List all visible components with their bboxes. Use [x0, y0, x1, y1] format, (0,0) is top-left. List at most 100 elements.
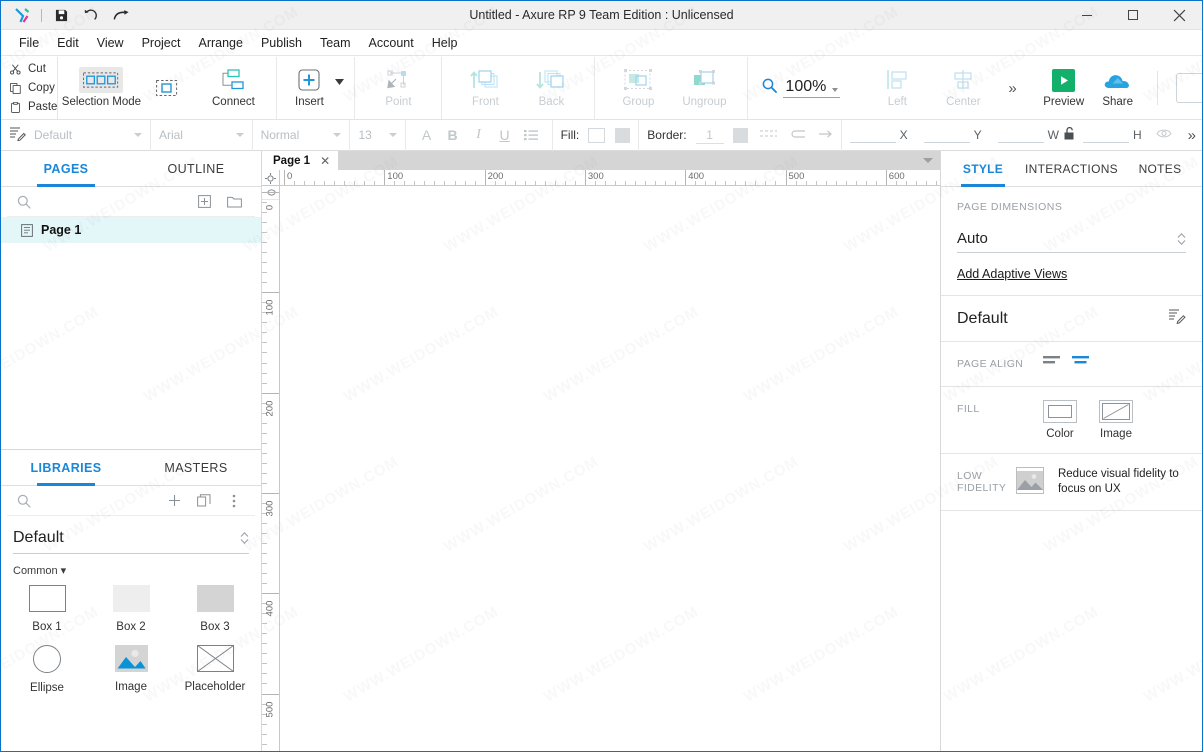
connect-button[interactable]: Connect	[200, 60, 266, 116]
add-page-icon[interactable]	[193, 195, 215, 208]
insert-button[interactable]: Insert	[287, 60, 331, 116]
paste-button[interactable]: Paste	[9, 98, 57, 117]
x-field[interactable]	[849, 127, 896, 143]
save-icon[interactable]	[46, 2, 76, 28]
library-widget-box-3[interactable]: Box 3	[173, 585, 257, 633]
menu-file[interactable]: File	[10, 33, 48, 53]
fill-image-option[interactable]: Image	[1099, 400, 1133, 440]
menu-arrange[interactable]: Arrange	[189, 33, 251, 53]
menu-view[interactable]: View	[88, 33, 133, 53]
maximize-button[interactable]	[1110, 1, 1156, 30]
library-select[interactable]: Default	[13, 522, 249, 554]
search-icon[interactable]	[17, 195, 31, 209]
page-tab-page-1[interactable]: Page 1 ✕	[262, 151, 339, 170]
visibility-eye-icon[interactable]	[1155, 128, 1172, 142]
font-family-select[interactable]: Arial	[159, 125, 244, 146]
border-style-icon[interactable]	[759, 128, 777, 143]
close-icon[interactable]: ✕	[320, 154, 330, 168]
page-dimensions-select[interactable]: Auto	[957, 225, 1186, 253]
align-left-button[interactable]: Left	[864, 60, 930, 116]
menu-edit[interactable]: Edit	[48, 33, 88, 53]
font-weight-select[interactable]: Normal	[261, 125, 342, 146]
align-page-center-icon[interactable]	[1072, 355, 1091, 373]
horizontal-ruler-track[interactable]: 0 100 200 300 400 500 600	[280, 170, 940, 185]
fill-color-swatch[interactable]	[588, 127, 606, 143]
style-select[interactable]: Default	[34, 125, 142, 146]
add-folder-icon[interactable]	[223, 195, 245, 208]
search-icon[interactable]	[17, 494, 31, 508]
tab-notes[interactable]: NOTES	[1118, 151, 1202, 186]
page-list-item-page-1[interactable]: Page 1	[1, 217, 261, 243]
italic-icon[interactable]: I	[466, 123, 492, 147]
menu-help[interactable]: Help	[423, 33, 467, 53]
border-color-swatch[interactable]	[732, 127, 748, 143]
library-group-header[interactable]: Common ▾	[1, 554, 261, 581]
connect-mode-button[interactable]	[134, 60, 200, 116]
bold-icon[interactable]: B	[440, 123, 466, 147]
tab-libraries[interactable]: LIBRARIES	[1, 450, 131, 485]
tab-outline[interactable]: OUTLINE	[131, 151, 261, 186]
fill-color-option[interactable]: Color	[1043, 400, 1077, 440]
align-page-left-icon[interactable]	[1043, 355, 1062, 373]
point-button[interactable]: Point	[365, 60, 431, 116]
tab-interactions[interactable]: INTERACTIONS	[1025, 151, 1118, 186]
fill-gradient-swatch[interactable]	[615, 127, 631, 143]
copy-button[interactable]: Copy	[9, 79, 57, 98]
tab-pages[interactable]: PAGES	[1, 151, 131, 186]
bring-front-button[interactable]: Front	[452, 60, 518, 116]
redo-icon[interactable]	[106, 2, 136, 28]
ruler-minor-tick	[262, 382, 267, 384]
library-widget-image[interactable]: Image	[89, 645, 173, 694]
tab-masters[interactable]: MASTERS	[131, 450, 261, 485]
ungroup-button[interactable]: Ungroup	[671, 60, 737, 116]
vertical-ruler[interactable]: 0 100 200 300 400 500	[262, 186, 280, 751]
menu-account[interactable]: Account	[360, 33, 423, 53]
library-widget-placeholder[interactable]: Placeholder	[173, 645, 257, 694]
underline-icon[interactable]: U	[492, 123, 518, 147]
ruler-minor-tick	[715, 181, 717, 185]
chevron-down-icon[interactable]	[916, 151, 940, 170]
tab-style[interactable]: STYLE	[941, 151, 1025, 186]
low-fidelity-image-icon[interactable]	[1015, 467, 1044, 494]
y-field[interactable]	[923, 127, 970, 143]
align-center-button[interactable]: Center	[930, 60, 996, 116]
w-field[interactable]	[997, 127, 1044, 143]
selection-mode-button[interactable]: Selection Mode	[62, 60, 141, 116]
close-button[interactable]	[1156, 1, 1202, 30]
edit-style-icon[interactable]	[1168, 308, 1186, 329]
undo-icon[interactable]	[76, 2, 106, 28]
menu-publish[interactable]: Publish	[252, 33, 311, 53]
share-button[interactable]: Share	[1091, 60, 1145, 116]
h-field[interactable]	[1082, 127, 1129, 143]
arrow-end-icon[interactable]	[818, 128, 833, 143]
preview-button[interactable]: Preview	[1037, 60, 1091, 116]
insert-dropdown-caret-icon[interactable]	[335, 72, 345, 90]
border-width-input[interactable]: 1	[695, 127, 724, 144]
unlock-icon[interactable]	[1064, 127, 1075, 143]
sign-in-button[interactable]: Sign In	[1175, 73, 1202, 103]
cut-button[interactable]: Cut	[9, 60, 57, 79]
format-overflow-button[interactable]: »	[1188, 127, 1196, 144]
font-color-icon[interactable]: A	[414, 123, 440, 147]
library-widget-box-1[interactable]: Box 1	[5, 585, 89, 633]
send-back-button[interactable]: Back	[518, 60, 584, 116]
ruler-origin-icon[interactable]	[262, 170, 280, 186]
library-widget-ellipse[interactable]: Ellipse	[5, 645, 89, 694]
arrow-start-icon[interactable]	[791, 128, 806, 143]
minimize-button[interactable]	[1064, 1, 1110, 30]
more-vertical-icon[interactable]	[223, 494, 245, 508]
font-size-select[interactable]: 13	[358, 125, 397, 146]
library-widget-box-2[interactable]: Box 2	[89, 585, 173, 633]
menu-team[interactable]: Team	[311, 33, 360, 53]
list-icon[interactable]	[518, 123, 544, 147]
zoom-level-input[interactable]: 100%	[783, 78, 841, 98]
library-widget-label: Box 3	[200, 621, 230, 633]
design-artboard[interactable]	[280, 186, 940, 751]
plus-icon[interactable]	[163, 494, 185, 507]
toolbar-overflow-button[interactable]: »	[996, 80, 1026, 97]
group-button[interactable]: Group	[605, 60, 671, 116]
menu-project[interactable]: Project	[133, 33, 190, 53]
copy-library-icon[interactable]	[193, 494, 215, 507]
add-adaptive-views-link[interactable]: Add Adaptive Views	[941, 253, 1202, 296]
text-style-icon[interactable]	[9, 126, 26, 144]
